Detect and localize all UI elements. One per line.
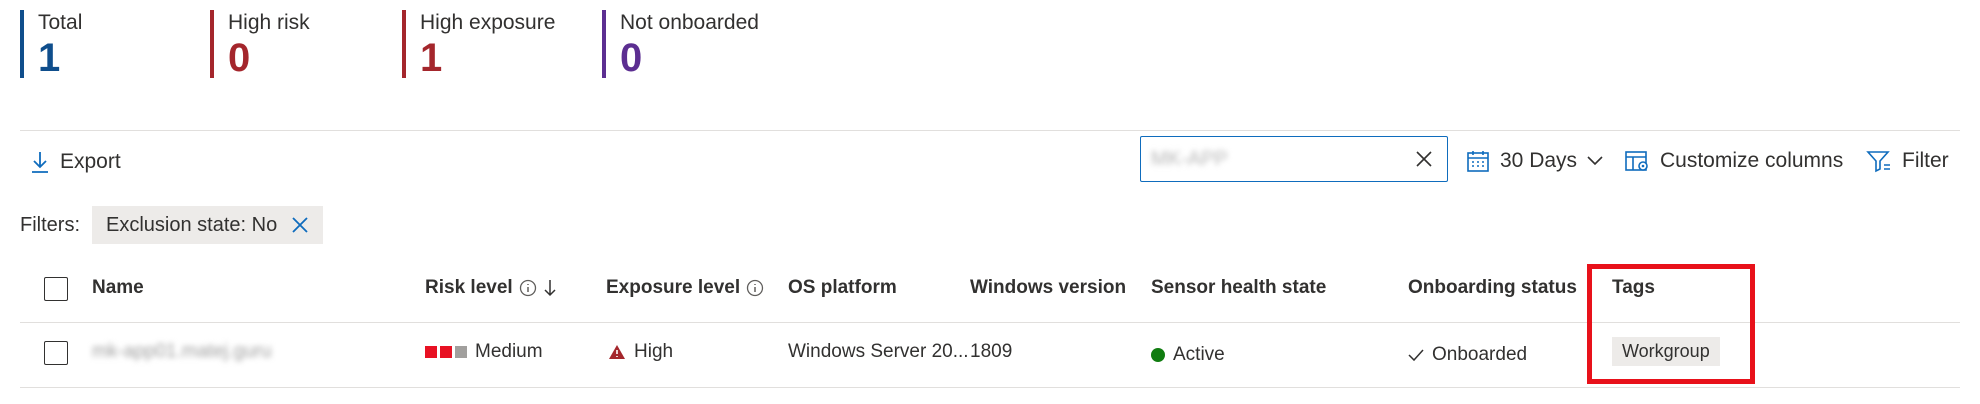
summary-divider [20, 130, 1960, 131]
high-risk-value: 0 [228, 36, 251, 80]
column-header-label: Name [92, 277, 144, 298]
export-label: Export [60, 150, 121, 173]
risk-level-value: Medium [475, 341, 543, 362]
export-button[interactable]: Export [30, 150, 121, 174]
time-range-label: 30 Days [1500, 149, 1578, 172]
info-icon[interactable] [519, 279, 537, 297]
status-dot-icon [1151, 348, 1165, 362]
total-label: Total [38, 11, 83, 34]
sensor-health-value: Active [1173, 344, 1225, 365]
high-risk-label: High risk [228, 11, 310, 34]
device-name: mk-app01.matej.guru [92, 341, 272, 362]
warning-icon [609, 345, 625, 359]
column-header-label: Exposure level [606, 277, 741, 298]
customize-columns-label: Customize columns [1660, 149, 1844, 172]
column-header-os-platform[interactable]: OS platform [788, 277, 897, 299]
sensor-health-cell: Active [1151, 344, 1225, 366]
filters-label: Filters: [20, 214, 80, 236]
download-icon [32, 152, 48, 173]
filter-label: Filter [1902, 149, 1949, 172]
search-input-value[interactable]: MK-APP [1151, 148, 1411, 171]
high-exposure-label: High exposure [420, 11, 556, 34]
device-name-link[interactable]: mk-app01.matej.guru [92, 341, 272, 363]
column-header-label: Windows version [970, 277, 1127, 298]
onboarding-status-value: Onboarded [1432, 344, 1528, 365]
remove-filter-button[interactable] [291, 216, 309, 234]
search-box[interactable]: MK-APP [1140, 136, 1448, 182]
row-checkbox[interactable] [44, 341, 68, 365]
info-icon[interactable] [746, 279, 764, 297]
filter-icon [1866, 151, 1890, 173]
tags-highlight-box [1587, 264, 1755, 384]
column-header-risk-level[interactable]: Risk level [425, 277, 557, 299]
column-header-sensor-health[interactable]: Sensor health state [1151, 277, 1326, 299]
filter-chip-label: Exclusion state: No [106, 213, 278, 236]
close-icon [292, 217, 308, 233]
onboarding-status-cell: Onboarded [1408, 344, 1527, 366]
column-header-onboarding-status[interactable]: Onboarding status [1408, 277, 1577, 299]
os-platform-value: Windows Server 20... [788, 341, 969, 362]
risk-level-bars [425, 346, 467, 358]
row-divider [20, 387, 1960, 388]
filter-button[interactable]: Filter [1866, 149, 1949, 173]
not-onboarded-label: Not onboarded [620, 11, 759, 34]
column-header-label: Onboarding status [1408, 277, 1577, 298]
table-settings-icon [1625, 151, 1648, 171]
column-header-name[interactable]: Name [92, 277, 144, 299]
risk-level-cell: Medium [425, 341, 543, 363]
total-stat[interactable]: Total 1 [20, 10, 82, 78]
close-icon [1416, 151, 1432, 167]
not-onboarded-stat[interactable]: Not onboarded 0 [602, 10, 759, 78]
select-all-checkbox[interactable] [44, 277, 68, 301]
column-header-label: OS platform [788, 277, 897, 298]
time-range-dropdown[interactable]: 30 Days [1466, 149, 1603, 173]
total-value: 1 [38, 36, 61, 80]
column-header-windows-version[interactable]: Windows version [970, 277, 1126, 299]
high-exposure-value: 1 [420, 36, 443, 80]
checkmark-icon [1408, 349, 1424, 362]
chevron-down-icon [1587, 156, 1603, 166]
windows-version-cell: 1809 [970, 341, 1012, 363]
clear-search-button[interactable] [1411, 146, 1437, 172]
not-onboarded-value: 0 [620, 36, 643, 80]
customize-columns-button[interactable]: Customize columns [1624, 149, 1843, 173]
exposure-level-value: High [634, 341, 674, 362]
exposure-level-cell: High [608, 341, 673, 363]
column-header-exposure-level[interactable]: Exposure level [606, 277, 764, 299]
column-header-label: Risk level [425, 277, 513, 298]
os-platform-cell: Windows Server 20... [788, 341, 969, 363]
column-header-label: Sensor health state [1151, 277, 1327, 298]
high-risk-stat[interactable]: High risk 0 [210, 10, 310, 78]
calendar-icon [1467, 151, 1489, 172]
windows-version-value: 1809 [970, 341, 1013, 362]
sort-descending-icon [544, 280, 556, 297]
high-exposure-stat[interactable]: High exposure 1 [402, 10, 555, 78]
filter-chip-exclusion-state[interactable]: Exclusion state: No [92, 206, 324, 244]
